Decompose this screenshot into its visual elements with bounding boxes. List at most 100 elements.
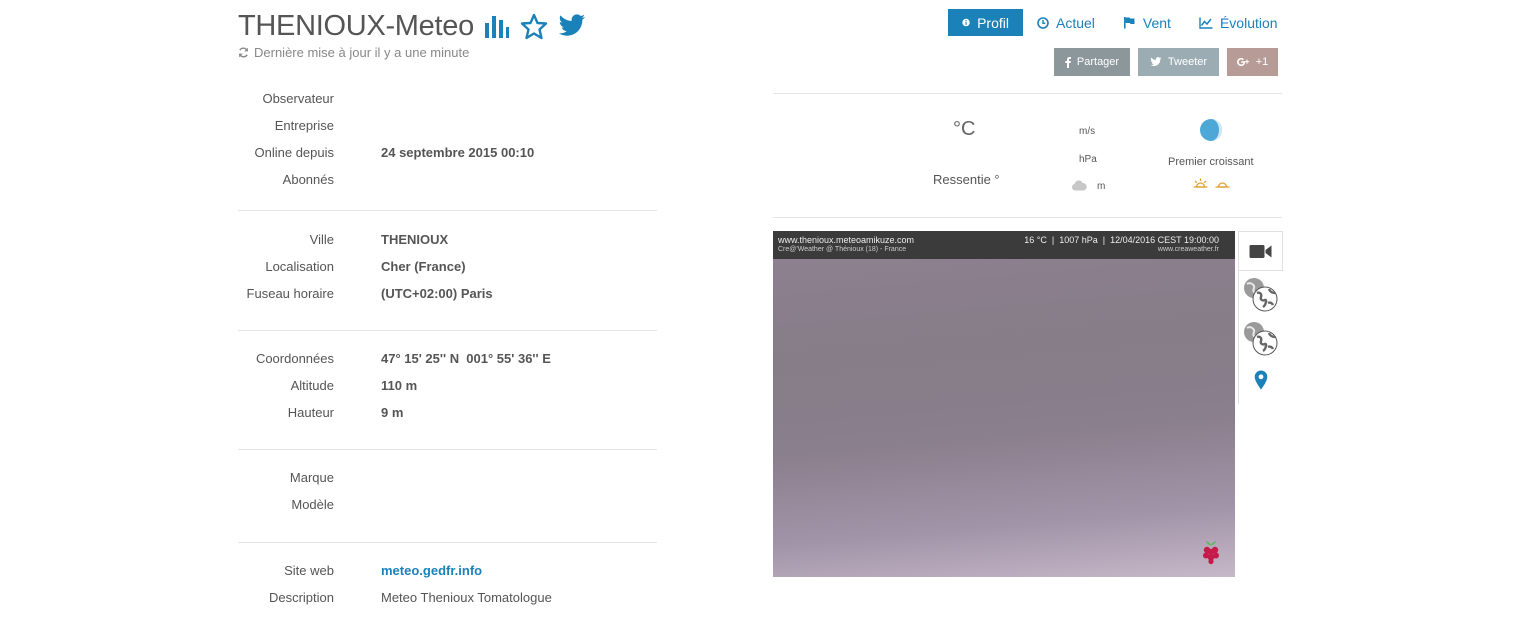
tab-vent-label: Vent xyxy=(1142,14,1171,31)
globe-view-button-1[interactable] xyxy=(1239,275,1283,315)
info-value: 110 m xyxy=(381,378,418,393)
webcam-overlay: www.thenioux.meteoamikuze.com Cre@'Weath… xyxy=(773,231,1235,259)
globe-icon xyxy=(1244,278,1278,312)
info-row-hauteur: Hauteur 9 m xyxy=(238,399,657,426)
webcam-brand-site: www.creaweather.fr xyxy=(1157,246,1219,253)
info-label: Fuseau horaire xyxy=(246,286,334,301)
temperature-unit: °C xyxy=(953,118,976,140)
webcam-sky xyxy=(773,259,1235,577)
info-group-observer: Observateur Entreprise Online depuis 24 … xyxy=(238,85,657,211)
flag-icon xyxy=(1123,17,1135,29)
tab-evolution-label: Évolution xyxy=(1219,14,1278,31)
globe-view-button-2[interactable] xyxy=(1239,319,1283,359)
info-icon xyxy=(962,18,970,27)
info-value: 24 septembre 2015 00:10 xyxy=(381,145,535,160)
twitter-share-button[interactable]: Tweeter xyxy=(1138,48,1219,76)
map-marker-icon xyxy=(1254,370,1268,390)
divider xyxy=(773,93,1282,94)
website-link[interactable]: meteo.gedfr.info xyxy=(381,563,482,578)
google-plus-icon xyxy=(1236,58,1249,67)
wind-unit: m/s xyxy=(1079,126,1096,137)
video-camera-icon xyxy=(1249,244,1272,258)
info-row-ville: Ville THENIOUX xyxy=(238,226,657,253)
info-value: 9 m xyxy=(381,405,404,420)
info-row-modele: Modèle xyxy=(238,491,657,518)
info-row-observateur: Observateur xyxy=(238,85,657,112)
gplus-share-button[interactable]: +1 xyxy=(1227,48,1278,76)
info-value: Meteo Thenioux Tomatologue xyxy=(381,590,552,605)
info-row-description: Description Meteo Thenioux Tomatologue xyxy=(238,584,657,611)
cloud-icon xyxy=(1071,178,1087,196)
info-label: Site web xyxy=(284,563,334,578)
info-label: Ville xyxy=(309,232,334,247)
info-label: Coordonnées xyxy=(255,351,334,366)
info-label: Hauteur xyxy=(287,405,334,420)
info-row-online: Online depuis 24 septembre 2015 00:10 xyxy=(238,139,657,166)
webcam-credit: Cre@'Weather @ Thénioux (18) - France xyxy=(778,246,907,253)
info-group-coordinates: Coordonnées 47° 15' 25'' N 001° 55' 36''… xyxy=(238,331,657,450)
info-label: Marque xyxy=(289,470,334,485)
info-label: Abonnés xyxy=(282,172,334,187)
pressure-unit: hPa xyxy=(1079,154,1097,165)
info-label: Online depuis xyxy=(254,145,335,160)
tab-actuel[interactable]: Actuel xyxy=(1023,9,1109,36)
twitter-share-label: Tweeter xyxy=(1167,56,1208,68)
info-row-site: Site web meteo.gedfr.info xyxy=(238,557,657,584)
divider xyxy=(773,217,1282,218)
station-info: Observateur Entreprise Online depuis 24 … xyxy=(238,85,657,611)
moon-phase-label: Premier croissant xyxy=(1168,156,1254,168)
line-chart-icon xyxy=(1199,17,1213,29)
info-value: 47° 15' 25'' N 001° 55' 36'' E xyxy=(381,351,551,366)
refresh-icon xyxy=(238,47,249,58)
info-label: Observateur xyxy=(262,91,334,106)
info-group-equipment: Marque Modèle xyxy=(238,450,657,543)
info-value: THENIOUX xyxy=(381,232,449,247)
raspberry-pi-logo xyxy=(1200,539,1222,570)
globe-icon xyxy=(1244,322,1278,356)
webcam-image[interactable]: www.thenioux.meteoamikuze.com Cre@'Weath… xyxy=(773,231,1235,577)
bar-chart-icon[interactable] xyxy=(484,13,510,39)
star-icon[interactable] xyxy=(520,13,548,40)
info-group-location: Ville THENIOUX Localisation Cher (France… xyxy=(238,211,657,331)
webcam-site: www.thenioux.meteoamikuze.com xyxy=(778,235,915,245)
facebook-icon xyxy=(1065,56,1071,68)
info-group-web: Site web meteo.gedfr.info Description Me… xyxy=(238,543,657,611)
tab-profil[interactable]: Profil xyxy=(948,9,1023,36)
feels-like: Ressentie ° xyxy=(933,172,1000,187)
info-value: (UTC+02:00) Paris xyxy=(381,286,493,301)
title-row: THENIOUX-Meteo xyxy=(238,8,586,44)
info-row-localisation: Localisation Cher (France) xyxy=(238,253,657,280)
webcam-tools xyxy=(1238,231,1283,404)
info-row-marque: Marque xyxy=(238,464,657,491)
twitter-icon[interactable] xyxy=(558,14,586,38)
last-update: Dernière mise à jour il y a une minute xyxy=(238,45,469,60)
info-label: Localisation xyxy=(265,259,334,274)
map-marker-button[interactable] xyxy=(1239,365,1283,395)
cloud-base-unit: m xyxy=(1097,181,1106,192)
tab-actuel-label: Actuel xyxy=(1056,14,1095,31)
sunrise-icon xyxy=(1193,178,1208,189)
tab-vent[interactable]: Vent xyxy=(1109,9,1185,36)
facebook-share-label: Partager xyxy=(1076,56,1120,68)
info-row-fuseau: Fuseau horaire (UTC+02:00) Paris xyxy=(238,280,657,307)
share-buttons: Partager Tweeter +1 xyxy=(1054,48,1278,76)
gplus-share-label: +1 xyxy=(1255,56,1269,68)
tab-evolution[interactable]: Évolution xyxy=(1185,9,1292,36)
info-label: Description xyxy=(268,590,334,605)
page-title: THENIOUX-Meteo xyxy=(238,9,474,42)
twitter-small-icon xyxy=(1150,57,1162,67)
moon-phase-icon xyxy=(1199,118,1223,147)
info-label: Altitude xyxy=(290,378,334,393)
info-row-abonnes: Abonnés xyxy=(238,166,657,193)
clock-icon xyxy=(1037,16,1049,29)
info-value: Cher (France) xyxy=(381,259,466,274)
info-label: Entreprise xyxy=(274,118,334,133)
video-camera-button[interactable] xyxy=(1239,231,1283,271)
facebook-share-button[interactable]: Partager xyxy=(1054,48,1130,76)
info-row-altitude: Altitude 110 m xyxy=(238,372,657,399)
tab-profil-label: Profil xyxy=(977,14,1009,31)
main-nav: Profil Actuel Vent Évolution xyxy=(948,9,1292,36)
info-label: Modèle xyxy=(291,497,334,512)
sunset-icon xyxy=(1215,178,1230,189)
info-row-entreprise: Entreprise xyxy=(238,112,657,139)
